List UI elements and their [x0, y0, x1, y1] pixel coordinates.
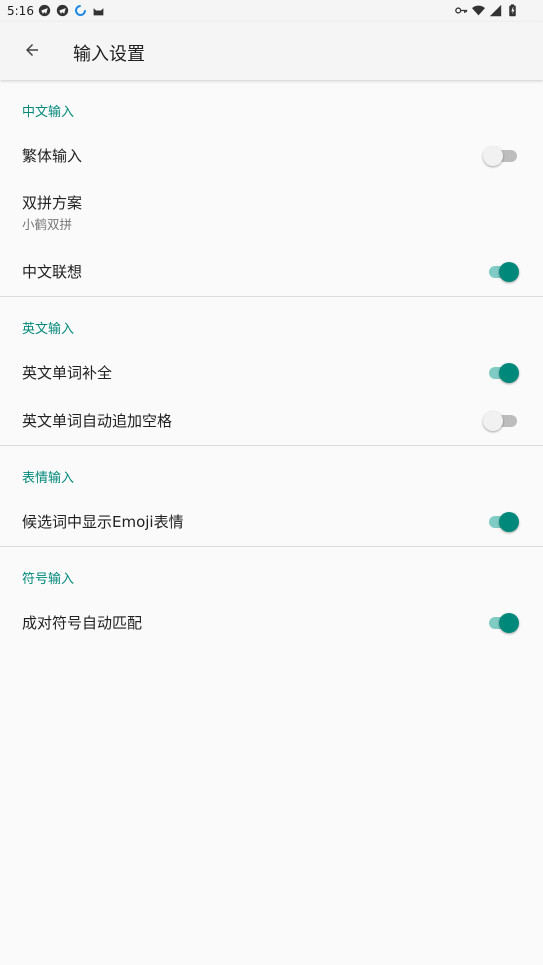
section-header-chinese: 中文输入 — [22, 105, 75, 120]
signal-icon — [489, 4, 502, 17]
pref-label: 候选词中显示Emoji表情 — [22, 513, 184, 531]
show-emoji-switch[interactable] — [489, 512, 519, 532]
page-title: 输入设置 — [73, 44, 145, 65]
pref-label: 中文联想 — [22, 263, 83, 281]
arrow-back-icon — [26, 44, 38, 56]
sync-icon — [75, 5, 86, 16]
back-button[interactable] — [16, 34, 48, 66]
pref-summary: 小鹤双拼 — [22, 217, 73, 232]
pref-label: 繁体输入 — [22, 147, 83, 165]
pref-label: 英文单词补全 — [22, 364, 113, 382]
telegram-icon — [56, 4, 69, 17]
section-header-english: 英文输入 — [22, 322, 75, 337]
chinese-prediction-switch[interactable] — [489, 262, 519, 282]
pref-english-auto-space[interactable]: 英文单词自动追加空格 — [0, 397, 543, 445]
battery-icon — [509, 4, 516, 17]
telegram-icon — [38, 4, 51, 17]
english-auto-space-switch[interactable] — [483, 411, 517, 431]
auto-pair-symbols-switch[interactable] — [489, 613, 519, 633]
traditional-input-switch[interactable] — [483, 146, 517, 166]
pref-english-completion[interactable]: 英文单词补全 — [0, 349, 543, 397]
cat-icon — [93, 8, 104, 16]
section-header-emoji: 表情输入 — [22, 471, 75, 486]
settings-list: 中文输入 繁体输入 双拼方案 小鹤双拼 中文联想 英文输入 英文单词补全 英文单… — [0, 80, 543, 647]
notification-icons — [38, 4, 105, 17]
app-bar: 输入设置 — [0, 22, 543, 80]
pref-label: 英文单词自动追加空格 — [22, 412, 173, 430]
pref-traditional-input[interactable]: 繁体输入 — [0, 132, 543, 180]
status-time: 5:16 — [7, 4, 34, 18]
english-completion-switch[interactable] — [489, 363, 519, 383]
pref-auto-pair-symbols[interactable]: 成对符号自动匹配 — [0, 599, 543, 647]
pref-show-emoji[interactable]: 候选词中显示Emoji表情 — [0, 498, 543, 546]
pref-label: 双拼方案 — [22, 194, 83, 212]
pref-label: 成对符号自动匹配 — [22, 614, 143, 632]
pref-chinese-prediction[interactable]: 中文联想 — [0, 248, 543, 296]
section-header-symbol: 符号输入 — [22, 572, 75, 587]
system-icons — [455, 4, 519, 17]
pref-shuangpin-scheme[interactable]: 双拼方案 小鹤双拼 — [0, 180, 543, 248]
status-bar: 5:16 — [0, 0, 543, 22]
key-icon — [455, 7, 468, 14]
wifi-icon — [472, 5, 485, 16]
